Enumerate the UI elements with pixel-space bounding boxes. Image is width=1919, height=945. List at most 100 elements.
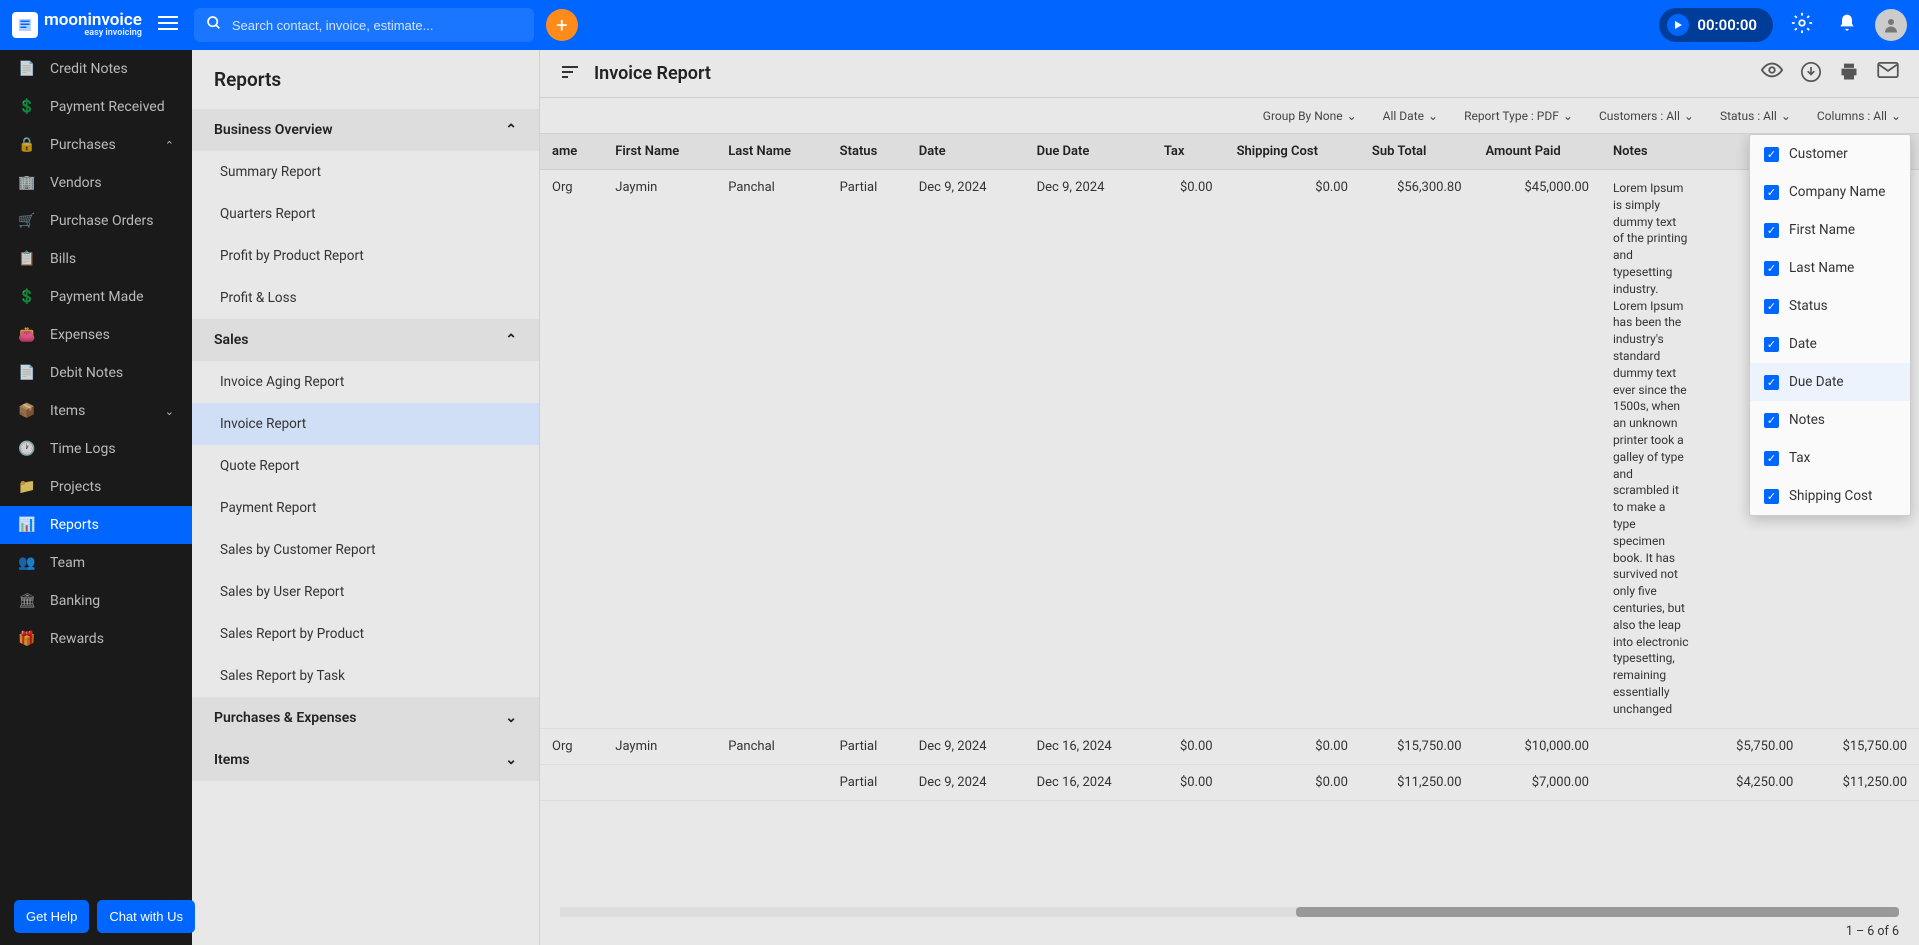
report-item-profit-loss[interactable]: Profit & Loss	[192, 277, 539, 319]
filter-group[interactable]: Group By None⌄	[1263, 109, 1357, 123]
sort-icon[interactable]	[560, 64, 580, 84]
report-group-business-overview[interactable]: Business Overview⌃	[192, 109, 539, 151]
filter-type[interactable]: Report Type : PDF⌄	[1464, 109, 1573, 123]
sidebar-item-time-logs[interactable]: 🕐Time Logs	[0, 430, 192, 468]
mail-icon[interactable]	[1877, 62, 1899, 86]
user-avatar[interactable]	[1875, 9, 1907, 41]
chevron-down-icon: ⌄	[1891, 109, 1901, 123]
column-header[interactable]: Amount Paid	[1474, 134, 1601, 170]
sidebar-item-purchase-orders[interactable]: 🛒Purchase Orders	[0, 202, 192, 240]
column-header[interactable]: Date	[907, 134, 1025, 170]
column-option-customer[interactable]: ✓Customer	[1750, 135, 1910, 173]
report-group-sales[interactable]: Sales⌃	[192, 319, 539, 361]
report-item-sales-by-customer-report[interactable]: Sales by Customer Report	[192, 529, 539, 571]
get-help-button[interactable]: Get Help	[14, 900, 89, 933]
sidebar-item-team[interactable]: 👥Team	[0, 544, 192, 582]
checkbox-icon: ✓	[1764, 147, 1779, 162]
cell: Dec 16, 2024	[1025, 764, 1152, 800]
nav-label: Credit Notes	[50, 61, 128, 77]
sidebar-item-bills[interactable]: 📋Bills	[0, 240, 192, 278]
report-item-invoice-report[interactable]: Invoice Report	[192, 403, 539, 445]
report-item-sales-by-user-report[interactable]: Sales by User Report	[192, 571, 539, 613]
sidebar-item-reports[interactable]: 📊 Reports	[0, 506, 192, 544]
column-header[interactable]: ame	[540, 134, 603, 170]
report-item-quote-report[interactable]: Quote Report	[192, 445, 539, 487]
table-row[interactable]: PartialDec 9, 2024Dec 16, 2024$0.00$0.00…	[540, 764, 1919, 800]
report-table: ameFirst NameLast NameStatusDateDue Date…	[540, 134, 1919, 801]
column-option-shipping-cost[interactable]: ✓Shipping Cost	[1750, 477, 1910, 515]
chevron-icon: ⌃	[505, 122, 517, 138]
column-option-first-name[interactable]: ✓First Name	[1750, 211, 1910, 249]
table-row[interactable]: OrgJayminPanchalPartialDec 9, 2024Dec 9,…	[540, 170, 1919, 729]
print-icon[interactable]	[1839, 62, 1859, 86]
download-icon[interactable]	[1801, 62, 1821, 86]
sidebar-item-projects[interactable]: 📁Projects	[0, 468, 192, 506]
nav-label: Debit Notes	[50, 365, 123, 381]
column-option-status[interactable]: ✓Status	[1750, 287, 1910, 325]
column-header[interactable]: Last Name	[716, 134, 827, 170]
add-button[interactable]: +	[546, 9, 578, 41]
column-option-notes[interactable]: ✓Notes	[1750, 401, 1910, 439]
column-header[interactable]: Tax	[1152, 134, 1225, 170]
nav-icon: 📊	[18, 517, 36, 533]
column-option-due-date[interactable]: ✓Due Date	[1750, 363, 1910, 401]
column-option-label: Tax	[1789, 450, 1810, 466]
sidebar-item-banking[interactable]: 🏛Banking	[0, 582, 192, 620]
cell: $0.00	[1225, 764, 1360, 800]
column-header[interactable]: Status	[828, 134, 907, 170]
sidebar-nav: 📄Credit Notes💲Payment Received🔒Purchases…	[0, 50, 192, 945]
menu-toggle[interactable]	[154, 11, 182, 39]
report-item-sales-report-by-task[interactable]: Sales Report by Task	[192, 655, 539, 697]
sidebar-item-purchases[interactable]: 🔒Purchases⌃	[0, 126, 192, 164]
chat-button[interactable]: Chat with Us	[97, 900, 195, 933]
column-option-last-name[interactable]: ✓Last Name	[1750, 249, 1910, 287]
filter-date[interactable]: All Date⌄	[1383, 109, 1438, 123]
horizontal-scrollbar[interactable]	[560, 907, 1899, 917]
column-header[interactable]: Sub Total	[1360, 134, 1474, 170]
sidebar-item-rewards[interactable]: 🎁Rewards	[0, 620, 192, 658]
column-header[interactable]: First Name	[603, 134, 716, 170]
report-group-items[interactable]: Items⌄	[192, 739, 539, 781]
cell: Dec 9, 2024	[907, 170, 1025, 729]
report-item-profit-by-product-report[interactable]: Profit by Product Report	[192, 235, 539, 277]
column-option-label: Shipping Cost	[1789, 488, 1872, 504]
report-item-summary-report[interactable]: Summary Report	[192, 151, 539, 193]
sidebar-item-credit-notes[interactable]: 📄Credit Notes	[0, 50, 192, 88]
column-header[interactable]: Due Date	[1025, 134, 1152, 170]
table-row[interactable]: OrgJayminPanchalPartialDec 9, 2024Dec 16…	[540, 728, 1919, 764]
column-option-date[interactable]: ✓Date	[1750, 325, 1910, 363]
column-option-company-name[interactable]: ✓Company Name	[1750, 173, 1910, 211]
nav-label: Reports	[50, 517, 99, 533]
cell: $7,000.00	[1474, 764, 1601, 800]
report-group-purchases-expenses[interactable]: Purchases & Expenses⌄	[192, 697, 539, 739]
cell: Partial	[828, 764, 907, 800]
sidebar-item-payment-received[interactable]: 💲Payment Received	[0, 88, 192, 126]
filter-customers[interactable]: Customers : All⌄	[1599, 109, 1694, 123]
report-item-payment-report[interactable]: Payment Report	[192, 487, 539, 529]
sidebar-item-expenses[interactable]: 👛Expenses	[0, 316, 192, 354]
timer-widget[interactable]: 00:00:00	[1659, 8, 1773, 42]
filter-status[interactable]: Status : All⌄	[1720, 109, 1791, 123]
report-item-sales-report-by-product[interactable]: Sales Report by Product	[192, 613, 539, 655]
checkbox-icon: ✓	[1764, 261, 1779, 276]
eye-icon[interactable]	[1761, 62, 1783, 86]
settings-icon[interactable]	[1785, 6, 1819, 44]
sidebar-item-payment-made[interactable]: 💲Payment Made	[0, 278, 192, 316]
cell: Org	[540, 170, 603, 729]
sidebar-item-debit-notes[interactable]: 📄Debit Notes	[0, 354, 192, 392]
search-input[interactable]	[232, 18, 522, 33]
sidebar-item-items[interactable]: 📦Items⌄	[0, 392, 192, 430]
nav-icon: 📁	[18, 479, 36, 495]
report-item-quarters-report[interactable]: Quarters Report	[192, 193, 539, 235]
sidebar-item-vendors[interactable]: 🏢Vendors	[0, 164, 192, 202]
bell-icon[interactable]	[1831, 6, 1863, 44]
column-header[interactable]: Notes	[1601, 134, 1701, 170]
filter-columns[interactable]: Columns : All⌄	[1817, 109, 1901, 123]
report-item-invoice-aging-report[interactable]: Invoice Aging Report	[192, 361, 539, 403]
nav-label: Purchases	[50, 137, 116, 153]
column-header[interactable]: Shipping Cost	[1225, 134, 1360, 170]
nav-label: Vendors	[50, 175, 102, 191]
main-content: Invoice Report Group By None⌄ All Date⌄ …	[540, 50, 1919, 945]
column-option-tax[interactable]: ✓Tax	[1750, 439, 1910, 477]
chevron-down-icon: ⌄	[1684, 109, 1694, 123]
